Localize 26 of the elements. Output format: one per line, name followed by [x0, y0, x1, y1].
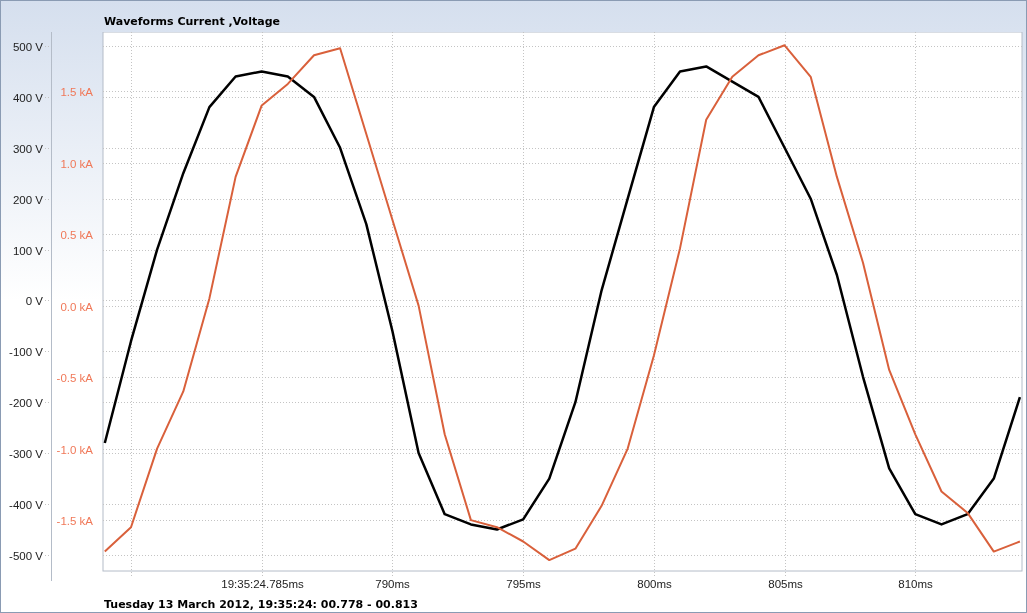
- voltage-axis-label: -400 V: [9, 498, 43, 511]
- voltage-axis-label: -500 V: [9, 549, 43, 562]
- current-axis-label: -0.5 kA: [56, 371, 93, 384]
- time-axis-label: 790ms: [375, 578, 410, 590]
- voltage-axis-label: 100 V: [12, 244, 43, 257]
- current-axis-label: -1.5 kA: [56, 514, 93, 527]
- time-axis-label: 805ms: [768, 578, 803, 590]
- voltage-axis-label: -300 V: [9, 447, 43, 460]
- voltage-axis-label: 300 V: [12, 142, 43, 155]
- time-axis-label: 800ms: [637, 578, 672, 590]
- voltage-axis-label: 500 V: [12, 40, 43, 53]
- current-axis-label: 0.5 kA: [60, 228, 93, 241]
- time-axis-label: 795ms: [506, 578, 541, 590]
- voltage-axis-label: 400 V: [12, 91, 43, 104]
- voltage-axis-label: -100 V: [9, 345, 43, 358]
- voltage-axis-label: 0 V: [25, 294, 43, 307]
- chart-title: Waveforms Current ,Voltage: [103, 13, 281, 30]
- time-axis-label: 19:35:24.785ms: [221, 578, 304, 590]
- current-axis-label: 1.0 kA: [60, 157, 93, 170]
- voltage-axis-label: 200 V: [12, 193, 43, 206]
- time-axis-label: 810ms: [898, 578, 933, 590]
- current-axis-label: 0.0 kA: [60, 300, 93, 313]
- current-axis-label: 1.5 kA: [60, 85, 93, 98]
- current-axis-label: -1.0 kA: [56, 443, 93, 456]
- voltage-axis-label: -200 V: [9, 396, 43, 409]
- date-range-caption: Tuesday 13 March 2012, 19:35:24: 00.778 - 00.813: [103, 598, 419, 612]
